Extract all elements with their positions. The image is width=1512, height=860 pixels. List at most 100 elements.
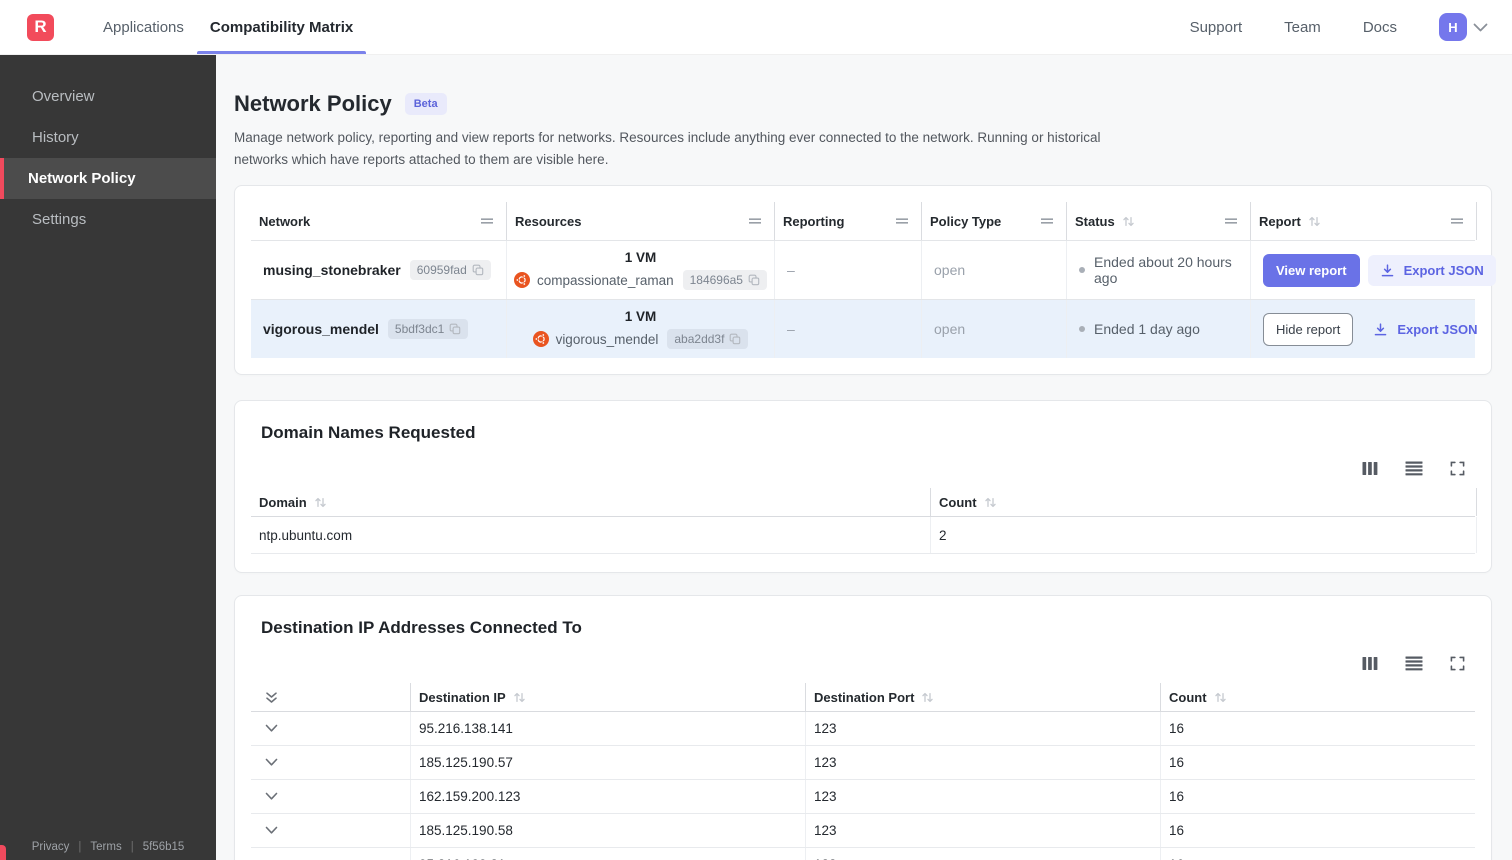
count-cell: 16 — [1169, 755, 1185, 771]
sort-icon[interactable] — [921, 691, 934, 704]
copy-icon[interactable] — [729, 333, 741, 345]
drag-handle-icon[interactable] — [1224, 217, 1238, 225]
drag-handle-icon[interactable] — [1450, 217, 1464, 225]
copy-icon[interactable] — [449, 323, 461, 335]
app-logo[interactable]: R — [27, 13, 54, 41]
export-json-button[interactable]: Export JSON — [1367, 254, 1496, 286]
table-row: 95.216.100.21 123 16 — [251, 848, 1475, 860]
main-content: Network Policy Beta Manage network polic… — [216, 55, 1512, 860]
expander-cell — [251, 814, 411, 848]
view-report-button[interactable]: View report — [1263, 253, 1360, 287]
count-cell: 16 — [1169, 721, 1185, 737]
export-label: Export JSON — [1403, 262, 1484, 278]
domain-table: Domain Count ntp.ubuntu.com 2 — [251, 488, 1477, 555]
destination-port-cell: 123 — [806, 712, 1161, 746]
col-label: Count — [939, 494, 977, 510]
columns-view-icon[interactable] — [1362, 656, 1378, 671]
sidebar-item-settings[interactable]: Settings — [0, 199, 216, 240]
status-dot-icon — [1079, 267, 1085, 274]
copy-icon[interactable] — [748, 274, 760, 286]
sidebar-item-network-policy[interactable]: Network Policy — [0, 158, 216, 199]
export-json-button[interactable]: Export JSON — [1361, 314, 1489, 345]
reporting-cell: – — [775, 241, 922, 300]
sort-icon[interactable] — [314, 496, 327, 509]
nav-tab-applications[interactable]: Applications — [90, 0, 197, 54]
expander-cell — [251, 848, 411, 860]
fullscreen-icon[interactable] — [1450, 461, 1465, 476]
col-label: Destination IP — [419, 689, 506, 705]
drag-handle-icon[interactable] — [748, 217, 762, 225]
col-header-domain[interactable]: Domain — [251, 488, 931, 517]
drag-handle-icon[interactable] — [895, 217, 909, 225]
col-label: Destination Port — [814, 689, 915, 705]
destination-table-header: Destination IP Destination Port Count — [251, 683, 1477, 713]
hash-text: 184696a5 — [689, 273, 743, 288]
beta-badge: Beta — [404, 93, 447, 115]
copy-icon[interactable] — [472, 264, 484, 276]
resources-cell: 1 VM compassionate_raman 184696a5 — [507, 241, 775, 300]
chevron-down-icon[interactable] — [265, 724, 278, 733]
sidebar-item-overview[interactable]: Overview — [0, 76, 216, 117]
sort-icon[interactable] — [513, 691, 526, 704]
col-label: Domain — [259, 494, 307, 510]
ubuntu-icon — [532, 331, 549, 348]
chevron-down-icon[interactable] — [265, 758, 278, 767]
hide-report-button[interactable]: Hide report — [1263, 312, 1354, 346]
chevron-down-icon[interactable] — [265, 792, 278, 801]
count-cell: 16 — [1169, 823, 1185, 839]
domain-names-card: Domain Names Requested Domain Count ntp.… — [234, 400, 1492, 574]
col-header-destination-ip[interactable]: Destination IP — [411, 683, 806, 712]
nav-tab-compatibility-matrix[interactable]: Compatibility Matrix — [196, 0, 367, 54]
resource-name: vigorous_mendel — [555, 331, 659, 347]
sort-icon[interactable] — [1308, 215, 1321, 228]
count-cell: 16 — [1161, 848, 1477, 860]
col-header-count[interactable]: Count — [1161, 683, 1477, 711]
download-icon — [1380, 263, 1395, 278]
sort-icon[interactable] — [984, 496, 997, 509]
sidebar-footer: Privacy | Terms | 5f56b15 — [0, 841, 216, 853]
network-hash-pill: 60959fad — [409, 260, 491, 281]
fullscreen-icon[interactable] — [1450, 656, 1465, 671]
rows-view-icon[interactable] — [1405, 461, 1423, 476]
navbar-right: Support Team Docs H — [1190, 0, 1512, 54]
nav-link-docs[interactable]: Docs — [1363, 19, 1397, 36]
chevron-down-icon[interactable] — [265, 826, 278, 835]
network-policy-card: Network Resources Reporting Policy Type … — [234, 185, 1496, 376]
terms-link[interactable]: Terms — [90, 841, 121, 853]
network-table: Network Resources Reporting Policy Type … — [251, 202, 1496, 359]
chevron-down-icon[interactable] — [1473, 23, 1488, 32]
drag-handle-icon[interactable] — [1040, 217, 1054, 225]
privacy-link[interactable]: Privacy — [32, 841, 70, 853]
col-header-reporting: Reporting — [775, 202, 922, 241]
sort-icon[interactable] — [1214, 691, 1227, 704]
nav-link-team[interactable]: Team — [1284, 19, 1321, 36]
col-header-resources: Resources — [507, 202, 775, 241]
nav-link-support[interactable]: Support — [1190, 19, 1243, 36]
table-toolbar — [251, 461, 1465, 476]
sort-icon[interactable] — [1122, 215, 1135, 228]
col-label: Reporting — [783, 213, 845, 229]
sidebar-item-history[interactable]: History — [0, 117, 216, 158]
col-header-report[interactable]: Report — [1251, 202, 1477, 241]
count-cell: 2 — [931, 517, 1477, 554]
col-header-destination-port[interactable]: Destination Port — [806, 683, 1161, 712]
columns-view-icon[interactable] — [1362, 461, 1378, 476]
network-cell: vigorous_mendel 5bdf3dc1 — [251, 300, 507, 359]
resource-hash-pill: 184696a5 — [682, 270, 767, 291]
report-cell: Hide report Export JSON — [1251, 300, 1478, 358]
page-title: Network Policy — [234, 91, 392, 116]
expand-all-icon[interactable] — [265, 691, 278, 704]
rows-view-icon[interactable] — [1405, 656, 1423, 671]
table-row: 95.216.138.141 123 16 — [251, 712, 1475, 747]
col-label: Resources — [515, 213, 582, 229]
reporting-cell: – — [775, 300, 922, 359]
footer-divider: | — [78, 841, 82, 853]
drag-handle-icon[interactable] — [480, 217, 494, 225]
col-label: Status — [1075, 213, 1115, 229]
user-avatar[interactable]: H — [1439, 13, 1467, 41]
col-header-status[interactable]: Status — [1067, 202, 1251, 241]
col-label: Report — [1259, 213, 1301, 229]
col-header-count[interactable]: Count — [931, 488, 1477, 517]
table-row: 162.159.200.123 123 16 — [251, 780, 1475, 815]
policy-type-cell: open — [922, 300, 1067, 359]
